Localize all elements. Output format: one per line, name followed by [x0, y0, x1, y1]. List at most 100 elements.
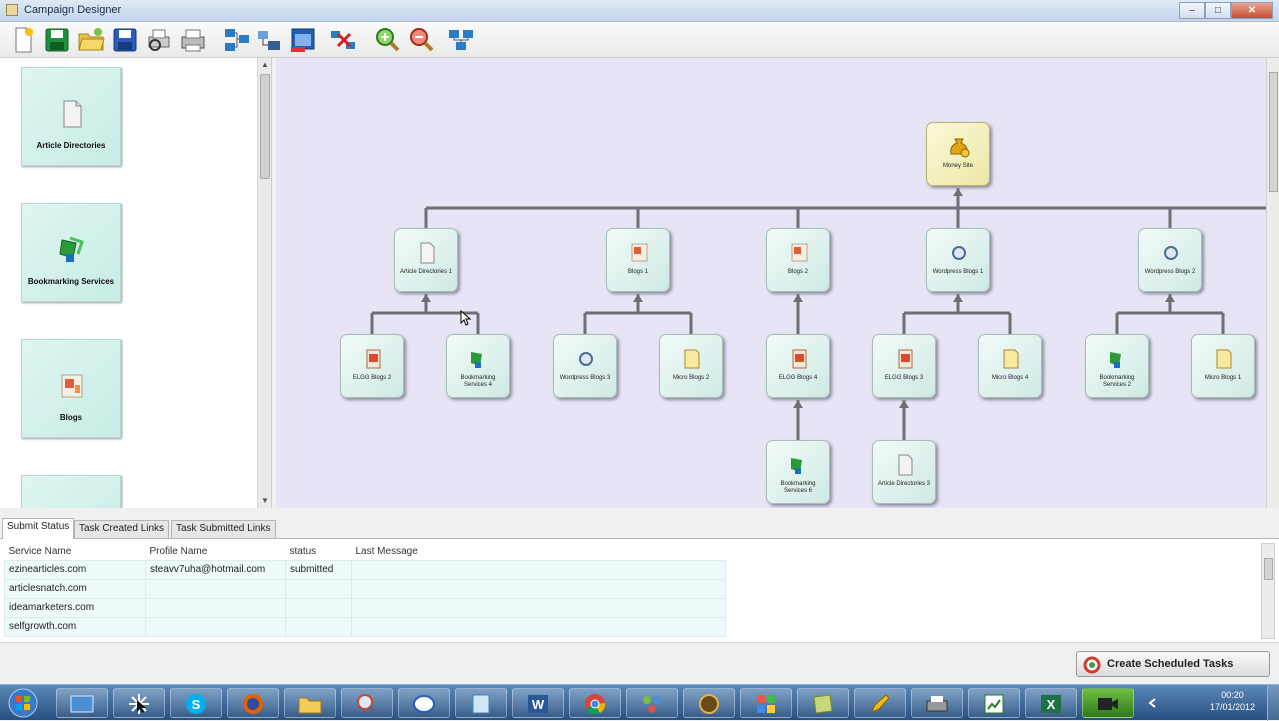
taskbar-printer-icon[interactable] — [911, 688, 963, 718]
diagram-node-micro-blogs-1[interactable]: Micro Blogs 1 — [1191, 334, 1255, 398]
print-icon[interactable] — [178, 25, 208, 55]
table-cell — [285, 597, 352, 618]
diagram-node-article-directories-1[interactable]: Article Directories 1 — [394, 228, 458, 292]
diagram-node-micro-blogs-2[interactable]: Micro Blogs 2 — [659, 334, 723, 398]
zoom-in-icon[interactable] — [372, 25, 402, 55]
diagram-node-bookmarking-services-2[interactable]: Bookmarking Services 2 — [1085, 334, 1149, 398]
scroll-up-icon[interactable]: ▲ — [258, 58, 271, 72]
print-preview-icon[interactable] — [144, 25, 174, 55]
start-button-icon[interactable] — [4, 687, 42, 719]
tab-task-created-links[interactable]: Task Created Links — [74, 520, 170, 538]
wordpress-icon — [579, 352, 593, 366]
scroll-thumb[interactable] — [1269, 72, 1278, 192]
palette-scrollbar[interactable]: ▲ ▼ — [257, 58, 271, 508]
close-button[interactable]: ✕ — [1231, 2, 1273, 19]
table-row[interactable]: articlesnatch.com — [4, 578, 726, 599]
taskbar-explorer-icon[interactable] — [56, 688, 108, 718]
diagram-node-article-directories-3[interactable]: Article Directories 3 — [872, 440, 936, 504]
taskbar-pencil-icon[interactable] — [854, 688, 906, 718]
add-node-icon[interactable] — [222, 25, 252, 55]
tab-submit-status[interactable]: Submit Status — [2, 518, 75, 539]
diagram-node-money-site[interactable]: Money Site — [926, 122, 990, 186]
status-tabs: Submit Status Task Created Links Task Su… — [0, 516, 1279, 539]
bookmark-icon — [1110, 352, 1121, 368]
table-cell — [145, 597, 286, 618]
grid-scrollbar[interactable] — [1261, 543, 1275, 639]
node-label: Blogs 1 — [627, 269, 648, 275]
layout-icon[interactable] — [446, 25, 476, 55]
table-row[interactable]: ezinearticles.com steavv7uha@hotmail.com… — [4, 559, 726, 580]
canvas-scrollbar[interactable] — [1266, 58, 1279, 508]
save-icon[interactable] — [42, 25, 72, 55]
node-label: Micro Blogs 2 — [672, 375, 710, 381]
column-header[interactable]: Profile Name — [145, 543, 286, 560]
palette-item-label: Article Directories — [36, 141, 106, 150]
table-row[interactable]: selfgrowth.com — [4, 616, 726, 637]
taskbar-network-icon[interactable] — [626, 688, 678, 718]
status-table: Service Name Profile Name status Last Me… — [4, 543, 726, 637]
bookmark-icon — [791, 458, 802, 474]
blog-icon — [631, 243, 648, 262]
column-header[interactable]: Last Message — [351, 543, 726, 560]
scroll-thumb[interactable] — [260, 74, 270, 179]
diagram-node-wordpress-blogs-3[interactable]: Wordpress Blogs 3 — [553, 334, 617, 398]
taskbar-messenger-icon[interactable] — [398, 688, 450, 718]
title-bar: Campaign Designer – □ ✕ — [0, 0, 1279, 22]
table-cell — [145, 578, 286, 599]
palette-item-blogs[interactable]: Blogs — [21, 339, 121, 438]
diagram-node-bookmarking-services-6[interactable]: Bookmarking Services 6 — [766, 440, 830, 504]
scroll-thumb[interactable] — [1264, 558, 1273, 580]
save-as-icon[interactable] — [110, 25, 140, 55]
tab-task-submitted-links[interactable]: Task Submitted Links — [171, 520, 276, 538]
palette-item-more[interactable] — [21, 475, 121, 508]
taskbar-notepad-icon[interactable] — [455, 688, 507, 718]
diagram-node-micro-blogs-4[interactable]: Micro Blogs 4 — [978, 334, 1042, 398]
window-icon[interactable] — [288, 25, 318, 55]
taskbar-chrome-icon[interactable] — [569, 688, 621, 718]
taskbar-magnifier-icon[interactable] — [341, 688, 393, 718]
table-cell — [351, 616, 726, 637]
taskbar-excel-icon[interactable]: X — [1025, 688, 1077, 718]
taskbar-note-app-icon[interactable] — [797, 688, 849, 718]
scroll-down-icon[interactable]: ▼ — [258, 494, 271, 508]
palette-item-bookmarking-services[interactable]: Bookmarking Services — [21, 203, 121, 302]
taskbar-skype-icon[interactable]: S — [170, 688, 222, 718]
node-label: Bookmarking Services 6 — [780, 481, 816, 494]
system-clock[interactable]: 00:20 17/01/2012 — [1210, 689, 1255, 713]
diagram-node-wordpress-blogs-1[interactable]: Wordpress Blogs 1 — [926, 228, 990, 292]
zoom-out-icon[interactable] — [406, 25, 436, 55]
clock-date: 17/01/2012 — [1209, 702, 1255, 712]
diagram-node-elgg-blogs-2[interactable]: ELGG Blogs 2 — [340, 334, 404, 398]
table-cell — [285, 616, 352, 637]
taskbar-cursor-tool-icon[interactable] — [113, 688, 165, 718]
diagram-node-bookmarking-services-4[interactable]: Bookmarking Services 4 — [446, 334, 510, 398]
column-header[interactable]: Service Name — [4, 543, 146, 560]
tray-arrow-icon[interactable] — [1147, 697, 1159, 709]
palette-item-article-directories[interactable]: Article Directories — [21, 67, 121, 166]
table-row[interactable]: ideamarketers.com — [4, 597, 726, 618]
diagram-canvas[interactable]: Money Site Article Directories 1 Blogs 1… — [276, 58, 1266, 508]
diagram-node-blogs-1[interactable]: Blogs 1 — [606, 228, 670, 292]
taskbar-word-icon[interactable]: W — [512, 688, 564, 718]
maximize-button[interactable]: □ — [1205, 2, 1231, 19]
show-desktop-button[interactable] — [1267, 685, 1279, 721]
diagram-node-blogs-2[interactable]: Blogs 2 — [766, 228, 830, 292]
taskbar-chart-app-icon[interactable] — [968, 688, 1020, 718]
action-bar: Create Scheduled Tasks — [0, 642, 1279, 684]
taskbar-app-icon[interactable] — [683, 688, 735, 718]
create-scheduled-tasks-button[interactable]: Create Scheduled Tasks — [1076, 651, 1270, 677]
new-icon[interactable] — [8, 25, 38, 55]
windows-taskbar: S W X 00:20 17/01/2012 — [0, 684, 1279, 721]
open-folder-icon[interactable] — [76, 25, 106, 55]
minimize-button[interactable]: – — [1179, 2, 1205, 19]
link-nodes-icon[interactable] — [254, 25, 284, 55]
taskbar-recorder-icon[interactable] — [1082, 688, 1134, 718]
remove-link-icon[interactable] — [328, 25, 358, 55]
diagram-node-wordpress-blogs-2[interactable]: Wordpress Blogs 2 — [1138, 228, 1202, 292]
diagram-node-elgg-blogs-4[interactable]: ELGG Blogs 4 — [766, 334, 830, 398]
column-header[interactable]: status — [285, 543, 352, 560]
taskbar-firefox-icon[interactable] — [227, 688, 279, 718]
taskbar-folder-icon[interactable] — [284, 688, 336, 718]
diagram-node-elgg-blogs-3[interactable]: ELGG Blogs 3 — [872, 334, 936, 398]
taskbar-grid-app-icon[interactable] — [740, 688, 792, 718]
